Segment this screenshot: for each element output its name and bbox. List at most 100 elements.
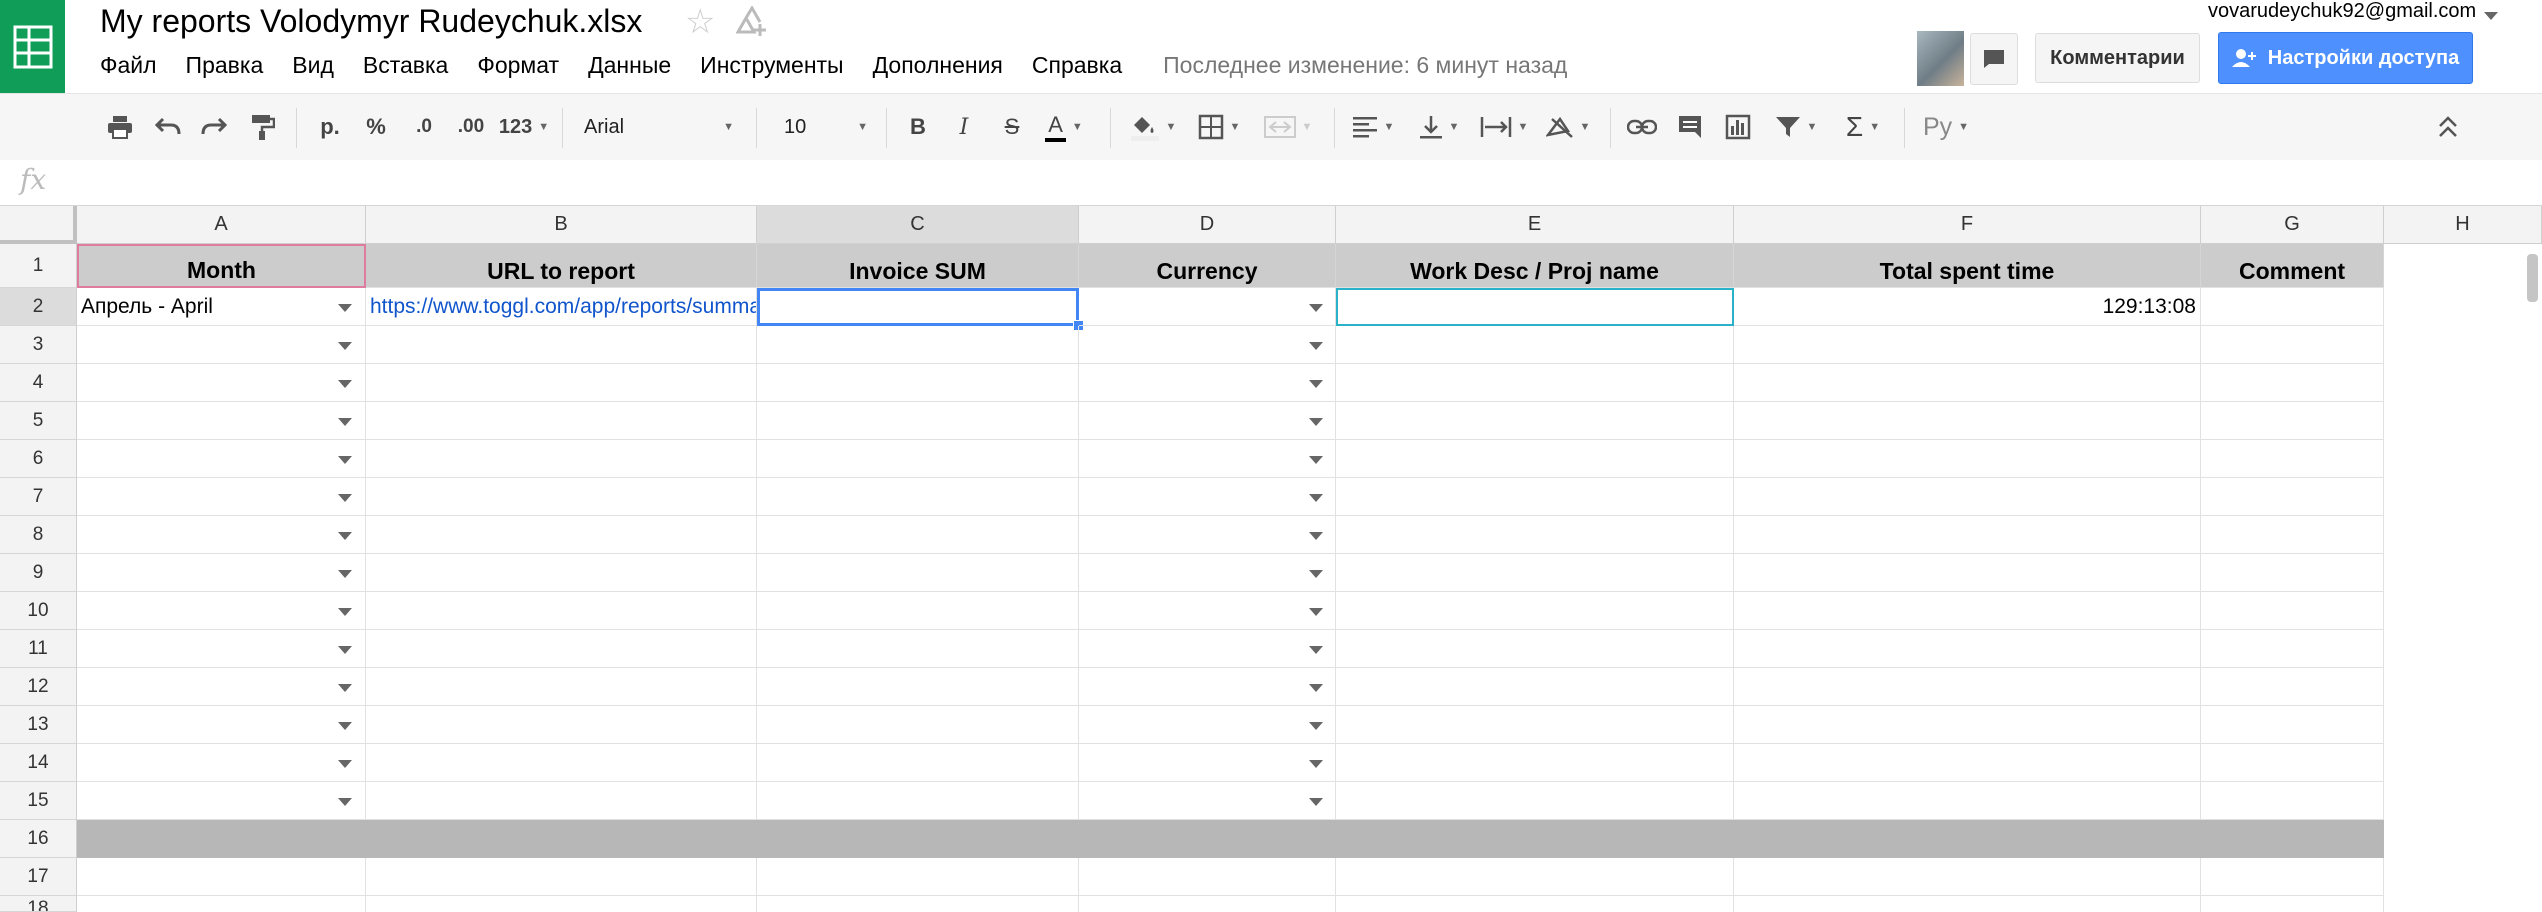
formula-input[interactable] (70, 160, 2530, 205)
borders-button[interactable]: ▼ (1190, 94, 1248, 160)
menu-addons[interactable]: Дополнения (873, 52, 1003, 79)
text-color-button[interactable]: A ▼ (1036, 94, 1092, 160)
dropdown-arrow-icon[interactable] (338, 418, 352, 426)
column-header-g[interactable]: G (2201, 206, 2384, 244)
column-header-e[interactable]: E (1336, 206, 1734, 244)
font-family-select[interactable]: Arial ▼ (584, 94, 734, 160)
dropdown-arrow-icon[interactable] (1309, 798, 1323, 806)
dropdown-arrow-icon[interactable] (1309, 760, 1323, 768)
undo-icon[interactable] (150, 94, 186, 160)
header-cell-total-time[interactable]: Total spent time (1734, 244, 2201, 288)
sheets-logo[interactable] (0, 0, 65, 93)
italic-button[interactable]: I (946, 94, 982, 160)
dropdown-arrow-icon[interactable] (338, 304, 352, 312)
last-edit-status[interactable]: Последнее изменение: 6 минут назад (1163, 52, 1567, 79)
dropdown-arrow-icon[interactable] (338, 570, 352, 578)
grey-separator-row[interactable] (77, 820, 2384, 858)
column-header-f[interactable]: F (1734, 206, 2201, 244)
dropdown-arrow-icon[interactable] (338, 494, 352, 502)
dropdown-arrow-icon[interactable] (1309, 608, 1323, 616)
dropdown-arrow-icon[interactable] (338, 608, 352, 616)
column-header-c[interactable]: C (757, 206, 1079, 244)
row-header-7[interactable]: 7 (0, 478, 77, 516)
fill-color-button[interactable]: ▼ (1124, 94, 1182, 160)
dropdown-arrow-icon[interactable] (338, 380, 352, 388)
redo-icon[interactable] (196, 94, 232, 160)
print-icon[interactable] (102, 94, 138, 160)
document-title[interactable]: My reports Volodymyr Rudeychuk.xlsx (100, 3, 642, 40)
dropdown-arrow-icon[interactable] (1309, 342, 1323, 350)
menu-format[interactable]: Формат (477, 52, 559, 79)
dropdown-arrow-icon[interactable] (1309, 456, 1323, 464)
cell-currency-value[interactable] (1079, 288, 1336, 326)
header-cell-comment[interactable]: Comment (2201, 244, 2384, 288)
dropdown-arrow-icon[interactable] (338, 532, 352, 540)
row-header-9[interactable]: 9 (0, 554, 77, 592)
chat-button[interactable] (1970, 33, 2018, 85)
dropdown-arrow-icon[interactable] (1309, 646, 1323, 654)
decrease-decimal-button[interactable]: .0 (404, 94, 444, 160)
row-header-16[interactable]: 16 (0, 820, 77, 858)
row-header-8[interactable]: 8 (0, 516, 77, 554)
collapse-toolbar-button[interactable] (2430, 94, 2466, 160)
dropdown-arrow-icon[interactable] (338, 798, 352, 806)
column-header-h[interactable]: H (2384, 206, 2542, 244)
dropdown-arrow-icon[interactable] (338, 342, 352, 350)
row-header-1[interactable]: 1 (0, 244, 77, 288)
dropdown-arrow-icon[interactable] (1309, 570, 1323, 578)
text-rotate-button[interactable]: ▼ (1540, 94, 1596, 160)
row-header-2[interactable]: 2 (0, 288, 77, 326)
menu-tools[interactable]: Инструменты (700, 52, 843, 79)
dropdown-arrow-icon[interactable] (1309, 722, 1323, 730)
header-cell-url[interactable]: URL to report (366, 244, 757, 288)
column-header-d[interactable]: D (1079, 206, 1336, 244)
select-all-corner[interactable] (0, 206, 77, 244)
column-header-a[interactable]: A (77, 206, 366, 244)
dropdown-arrow-icon[interactable] (1309, 494, 1323, 502)
row-header-6[interactable]: 6 (0, 440, 77, 478)
insert-chart-button[interactable] (1720, 94, 1756, 160)
cell-month-value[interactable]: Апрель - April (77, 288, 366, 326)
row-header-3[interactable]: 3 (0, 326, 77, 364)
text-wrap-button[interactable]: ▼ (1474, 94, 1534, 160)
dropdown-arrow-icon[interactable] (1309, 418, 1323, 426)
menu-help[interactable]: Справка (1032, 52, 1122, 79)
dropdown-arrow-icon[interactable] (1309, 532, 1323, 540)
dropdown-arrow-icon[interactable] (338, 684, 352, 692)
empty-cells-block[interactable] (77, 326, 2384, 820)
empty-cells-block-lower[interactable] (77, 858, 2384, 912)
dropdown-arrow-icon[interactable] (1309, 684, 1323, 692)
menu-file[interactable]: Файл (100, 52, 157, 79)
dropdown-arrow-icon[interactable] (338, 760, 352, 768)
row-header-11[interactable]: 11 (0, 630, 77, 668)
font-size-select[interactable]: 10 ▼ (784, 94, 868, 160)
bold-button[interactable]: B (900, 94, 936, 160)
dropdown-arrow-icon[interactable] (1309, 304, 1323, 312)
insert-comment-button[interactable] (1672, 94, 1708, 160)
align-vertical-button[interactable]: ▼ (1412, 94, 1466, 160)
align-horizontal-button[interactable]: ▼ (1346, 94, 1400, 160)
header-cell-work-desc[interactable]: Work Desc / Proj name (1336, 244, 1734, 288)
filter-button[interactable]: ▼ (1768, 94, 1824, 160)
dropdown-arrow-icon[interactable] (338, 456, 352, 464)
dropdown-arrow-icon[interactable] (338, 722, 352, 730)
account-caret-icon[interactable] (2484, 7, 2498, 25)
row-header-18[interactable]: 18 (0, 896, 77, 912)
account-email[interactable]: vovarudeychuk92@gmail.com (2208, 0, 2476, 23)
row-header-5[interactable]: 5 (0, 402, 77, 440)
number-format-menu[interactable]: 123 ▼ (496, 94, 552, 160)
menu-data[interactable]: Данные (588, 52, 671, 79)
cell-url-link[interactable]: https://www.toggl.com/app/reports/summar… (366, 288, 757, 326)
cell-invoice-sum-selected[interactable] (757, 288, 1079, 326)
row-header-17[interactable]: 17 (0, 858, 77, 896)
collaborator-avatar[interactable] (1917, 31, 1964, 86)
row-header-12[interactable]: 12 (0, 668, 77, 706)
strikethrough-button[interactable]: S (994, 94, 1030, 160)
functions-button[interactable]: Σ ▼ (1836, 94, 1890, 160)
move-to-folder-icon[interactable] (735, 5, 770, 41)
menu-edit[interactable]: Правка (186, 52, 264, 79)
column-header-b[interactable]: B (366, 206, 757, 244)
share-button[interactable]: Настройки доступа (2218, 32, 2473, 84)
increase-decimal-button[interactable]: .00 (450, 94, 492, 160)
percent-format-button[interactable]: % (358, 94, 394, 160)
